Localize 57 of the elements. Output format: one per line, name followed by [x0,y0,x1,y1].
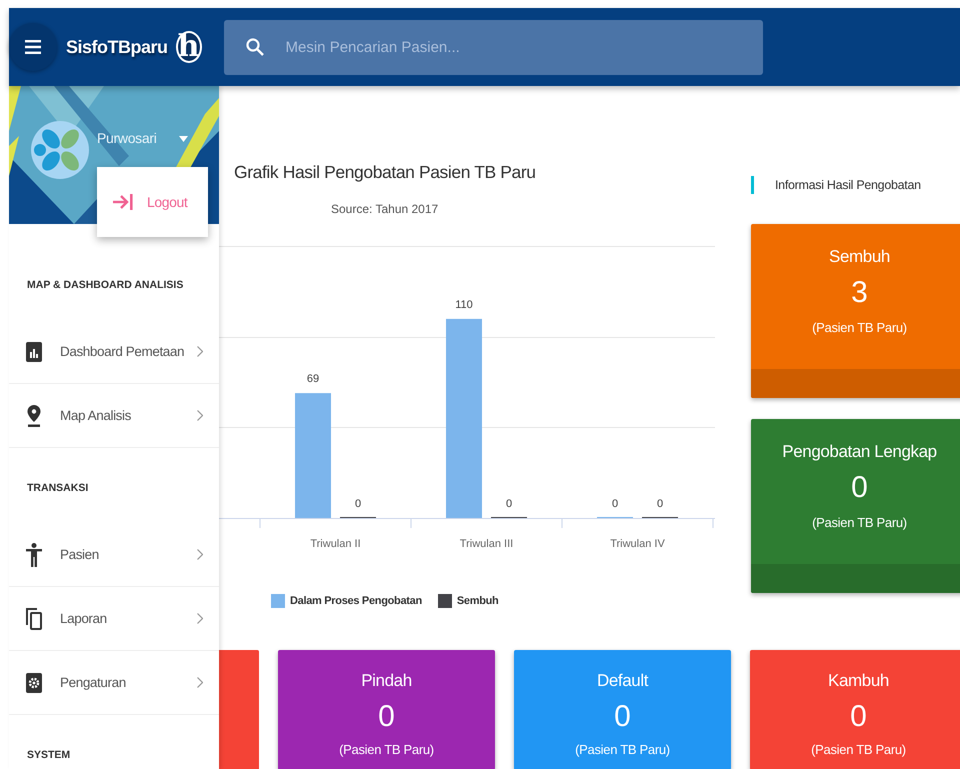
chevron-icon [197,410,203,421]
logout-icon [113,194,133,210]
axis-label: Triwulan III [460,538,514,550]
chevron-icon [197,677,203,688]
app-title: SisfoTBparu [66,36,168,58]
accent-bar [751,176,754,194]
section-heading: TRANSAKSI [27,481,88,496]
search-field[interactable]: Mesin Pencarian Pasien... [224,20,763,74]
sidebar-item[interactable]: Pengaturan [9,651,219,715]
chevron-icon [197,346,203,357]
legend-label[interactable]: Dalam Proses Pengobatan [290,595,422,607]
data-label: 0 [506,498,512,510]
card-unit: (Pasien TB Paru) [339,741,434,759]
sidebar-item[interactable]: Map Analisis [9,384,219,448]
data-label: 0 [612,498,618,510]
card-title: Pindah [361,670,412,692]
card-title: Kambuh [828,670,889,692]
menu-button[interactable] [9,23,57,71]
logo-icon [30,120,90,180]
card-value: 0 [851,470,868,506]
sidebar-item[interactable]: Dashboard Pemetaan [9,320,219,384]
data-label: 0 [656,498,664,510]
card-unit: (Pasien TB Paru) [811,741,906,759]
chevron-icon [197,613,203,624]
card-unit: (Pasien TB Paru) [812,319,907,337]
card-title: Default [596,670,648,692]
search-icon [246,38,264,56]
caret-icon[interactable] [179,136,188,142]
data-label: 0 [354,498,362,510]
card-value: 0 [614,699,631,735]
card-title: Sembuh [829,246,890,268]
axis-label: Triwulan IV [610,538,665,550]
section-heading: MAP & DASHBOARD ANALISIS [27,278,184,293]
chart-subtitle: Source: Tahun 2017 [331,202,440,216]
section-heading: SYSTEM [27,748,70,763]
card-value: 0 [378,699,395,735]
data-label: 110 [455,298,473,311]
legend-label[interactable]: Sembuh [456,595,498,607]
map-pin-icon [27,404,41,426]
person-icon [26,542,42,566]
menu-icon [25,40,41,54]
card-unit: (Pasien TB Paru) [812,514,907,532]
sidebar-item[interactable]: Pasien [9,523,219,587]
app-logo: h [176,31,202,63]
sidebar-item[interactable]: Laporan [9,587,219,651]
settings-icon [26,672,42,692]
axis-label: Triwulan II [310,538,361,550]
section-heading: Informasi Hasil Pengobatan [775,178,921,192]
copy-icon [26,608,42,630]
chevron-icon [197,549,203,560]
card-value: 3 [851,275,868,311]
card-title: Pengobatan Lengkap [782,441,937,463]
bar-chart-icon [26,342,42,362]
card-value: 0 [850,699,867,735]
chart-title: Grafik Hasil Pengobatan Pasien TB Paru [234,161,537,184]
data-label: 69 [306,373,320,386]
card-unit: (Pasien TB Paru) [575,741,670,759]
